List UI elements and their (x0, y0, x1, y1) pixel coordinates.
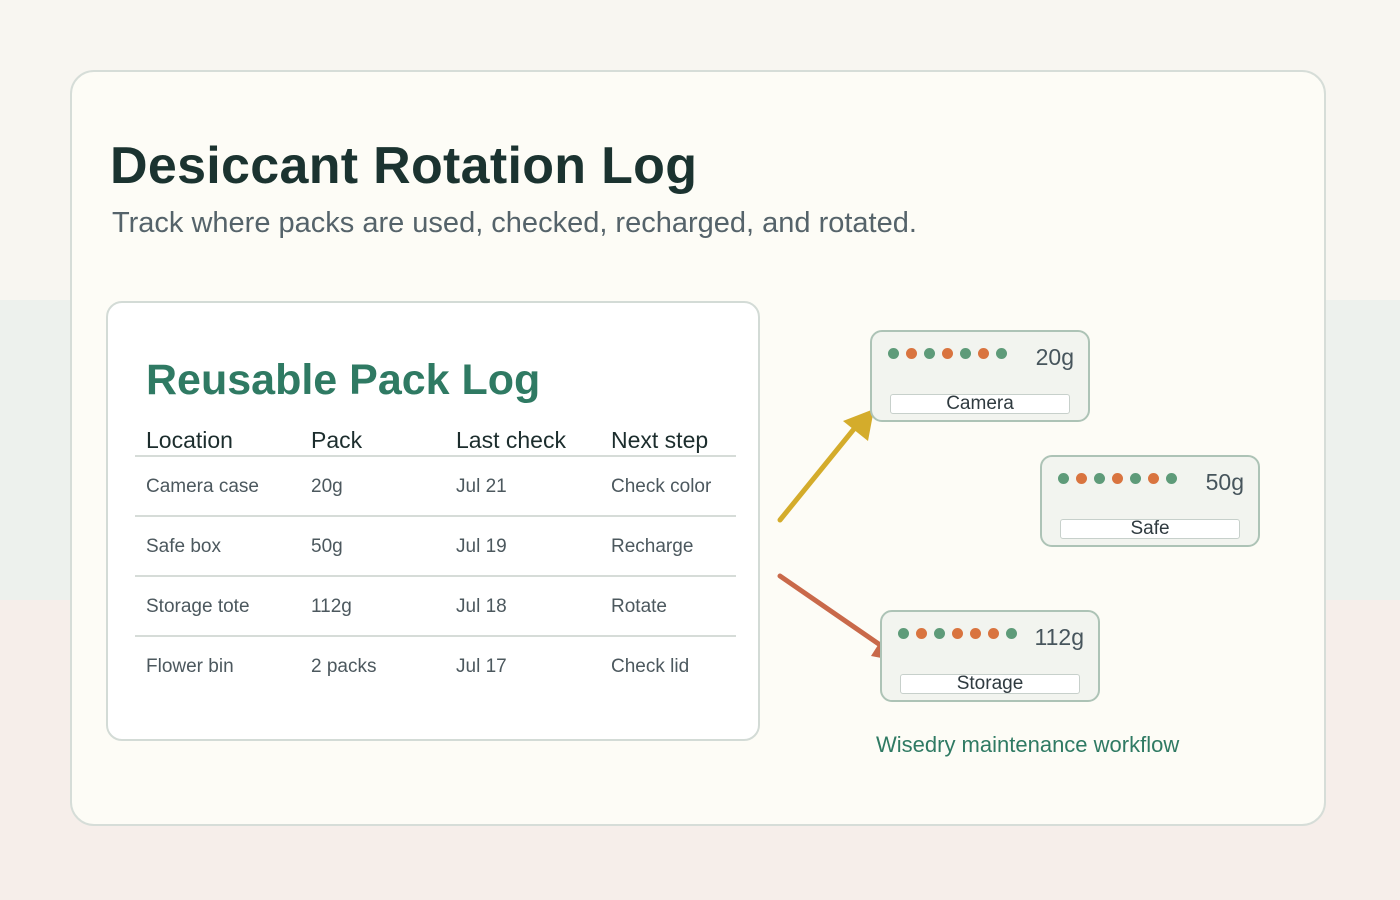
bead-dot (1076, 473, 1087, 484)
pack-card-storage: 112g Storage (880, 610, 1100, 702)
workflow-arrows (777, 409, 903, 662)
pack-weight: 50g (1205, 469, 1244, 495)
bead-dot (1112, 473, 1123, 484)
bead-dot (988, 628, 999, 639)
workflow-caption: Wisedry maintenance workflow (876, 732, 1180, 757)
bead-dot (1058, 473, 1069, 484)
bead-dot (960, 348, 971, 359)
bead-dot (1166, 473, 1177, 484)
bead-dot (924, 348, 935, 359)
pack-label: Safe (1060, 519, 1240, 539)
bead-dot (970, 628, 981, 639)
bead-dot (916, 628, 927, 639)
bead-indicator (1058, 473, 1177, 484)
pack-card-camera: 20g Camera (870, 330, 1090, 422)
pack-weight: 112g (1034, 624, 1084, 650)
bead-dot (934, 628, 945, 639)
bead-dot (898, 628, 909, 639)
pack-label: Storage (900, 674, 1080, 694)
bead-dot (906, 348, 917, 359)
bead-dot (1094, 473, 1105, 484)
bead-dot (888, 348, 899, 359)
bead-dot (1006, 628, 1017, 639)
bead-dot (952, 628, 963, 639)
bead-indicator (888, 348, 1007, 359)
bead-dot (978, 348, 989, 359)
bead-dot (1130, 473, 1141, 484)
bead-dot (1148, 473, 1159, 484)
pack-weight: 20g (1035, 344, 1074, 370)
bead-dot (942, 348, 953, 359)
arrow-to-camera (777, 409, 874, 523)
pack-label: Camera (890, 394, 1070, 414)
bead-dot (996, 348, 1007, 359)
bead-indicator (898, 628, 1017, 639)
pack-card-safe: 50g Safe (1040, 455, 1260, 547)
